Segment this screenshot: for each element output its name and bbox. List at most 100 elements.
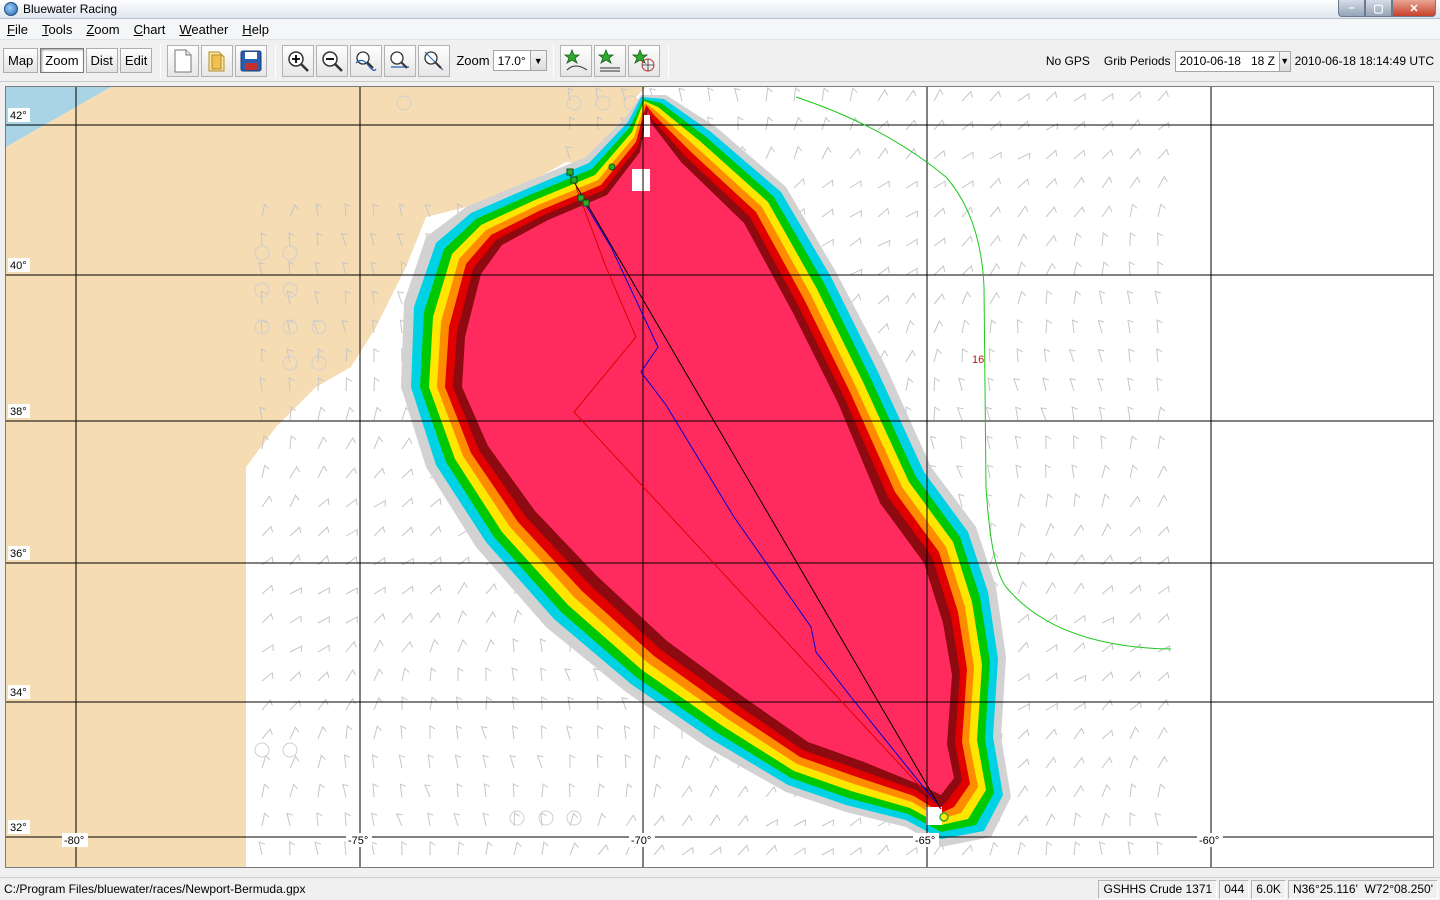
wind-barb (933, 406, 941, 421)
wind-barb (289, 755, 300, 769)
wind-barb (371, 754, 379, 769)
wind-barb (509, 754, 517, 769)
toolbar-separator (552, 43, 554, 78)
wind-barb (597, 783, 605, 798)
polar-button[interactable] (627, 44, 660, 77)
wind-barb (709, 755, 720, 769)
save-disk-icon (240, 50, 262, 71)
wind-barb (989, 319, 997, 334)
wind-barb (539, 638, 547, 653)
wind-barb (593, 668, 600, 682)
wind-barb (961, 90, 974, 102)
wind-barb (1157, 783, 1166, 798)
close-button[interactable]: ✕ (1392, 0, 1436, 17)
menu-help[interactable]: Help (235, 19, 276, 40)
zoom-route-icon (355, 50, 377, 71)
wind-barb (961, 180, 974, 189)
wind-barb (877, 147, 889, 160)
minimize-button[interactable]: – (1338, 0, 1365, 17)
wind-barb (793, 847, 806, 856)
wind-barb (1156, 841, 1163, 856)
menu-weather[interactable]: Weather (172, 19, 235, 40)
waypoint-button[interactable] (559, 44, 592, 77)
wind-barb (765, 145, 776, 160)
wind-barb (596, 754, 603, 769)
wind-barb (793, 145, 803, 160)
wind-barb (961, 206, 973, 218)
save-file-button[interactable] (235, 44, 268, 77)
wind-barb (765, 785, 777, 798)
wind-barb (395, 813, 403, 827)
route-button[interactable] (593, 44, 626, 77)
chart-canvas[interactable]: 42° 40° 38° 36° 34° 32° -80° -75° -70° -… (6, 87, 1433, 867)
wind-barb (1069, 377, 1077, 392)
chevron-down-icon[interactable]: ▼ (1278, 51, 1290, 71)
chart-map[interactable]: 42° 40° 38° 36° 34° 32° -80° -75° -70° -… (5, 86, 1434, 868)
wind-barb (989, 841, 999, 856)
wind-barb (1014, 435, 1022, 450)
wind-barb (345, 640, 357, 653)
wind-barb (541, 841, 549, 856)
coastline-dataset: GSHHS Crude 1371 (1098, 879, 1218, 899)
zoom-in-button[interactable] (282, 44, 315, 77)
wind-barb (681, 814, 693, 827)
wind-barb (955, 465, 963, 479)
wind-barb (961, 120, 974, 131)
wind-barb (1017, 641, 1029, 653)
lon-label: -80° (64, 835, 84, 847)
wind-barb (289, 645, 303, 653)
wind-barb (373, 377, 380, 392)
window-controls: – ▢ ✕ (1338, 0, 1436, 17)
wind-barb (401, 526, 414, 537)
new-file-icon (174, 49, 192, 72)
wind-barb (1073, 614, 1086, 624)
wind-barb (1157, 435, 1166, 450)
wind-barb (681, 846, 694, 856)
wind-barb (956, 407, 964, 421)
menu-zoom[interactable]: Zoom (79, 19, 126, 40)
lat-label: 34° (10, 687, 27, 699)
wind-barb (1017, 841, 1026, 856)
dist-mode-button[interactable]: Dist (85, 48, 118, 73)
wind-barb (989, 291, 1000, 305)
wind-barb (1101, 261, 1109, 276)
wind-barb (821, 847, 834, 856)
map-mode-button[interactable]: Map (3, 48, 39, 73)
wind-barb (261, 612, 274, 624)
wind-barb (1101, 493, 1110, 508)
menu-chart[interactable]: Chart (127, 19, 173, 40)
wind-barb (1100, 435, 1107, 450)
wind-barb (429, 696, 438, 711)
menu-tools[interactable]: Tools (35, 19, 79, 40)
new-file-button[interactable] (167, 44, 200, 77)
zoom-route-button[interactable] (350, 44, 383, 77)
menu-file[interactable]: File (0, 19, 35, 40)
file-path: C:/Program Files/bluewater/races/Newport… (4, 882, 306, 896)
grib-period-select[interactable]: 2010-06-18 18 Z ▼ (1174, 50, 1291, 72)
toolbar-status: No GPS Grib Periods 2010-06-18 18 Z ▼ 20… (1032, 40, 1434, 82)
chevron-down-icon[interactable]: ▼ (529, 51, 546, 70)
wind-barb (1157, 232, 1164, 247)
zoom-fit-button[interactable] (384, 44, 417, 77)
edit-mode-button[interactable]: Edit (119, 48, 153, 73)
wind-barb (1097, 319, 1105, 334)
wind-barb (261, 671, 274, 682)
maximize-button[interactable]: ▢ (1365, 0, 1392, 17)
wind-barb (1129, 91, 1142, 102)
zoom-mode-button[interactable]: Zoom (40, 48, 84, 73)
wind-barb (653, 783, 662, 798)
wind-barb (1017, 152, 1031, 160)
wind-barb (373, 639, 384, 653)
zoom-previous-button[interactable] (418, 44, 451, 77)
wind-barb (849, 147, 861, 160)
zoom-out-button[interactable] (316, 44, 349, 77)
wind-barb (961, 264, 974, 276)
zoom-level-select[interactable]: 17.0° ▼ (492, 50, 547, 71)
wind-barb (793, 177, 806, 189)
open-file-button[interactable] (201, 44, 234, 77)
wind-barb (1101, 554, 1113, 566)
wind-barb (597, 812, 607, 827)
wind-barb (485, 841, 493, 856)
wind-barb (373, 436, 383, 450)
wind-barb (1128, 348, 1135, 363)
